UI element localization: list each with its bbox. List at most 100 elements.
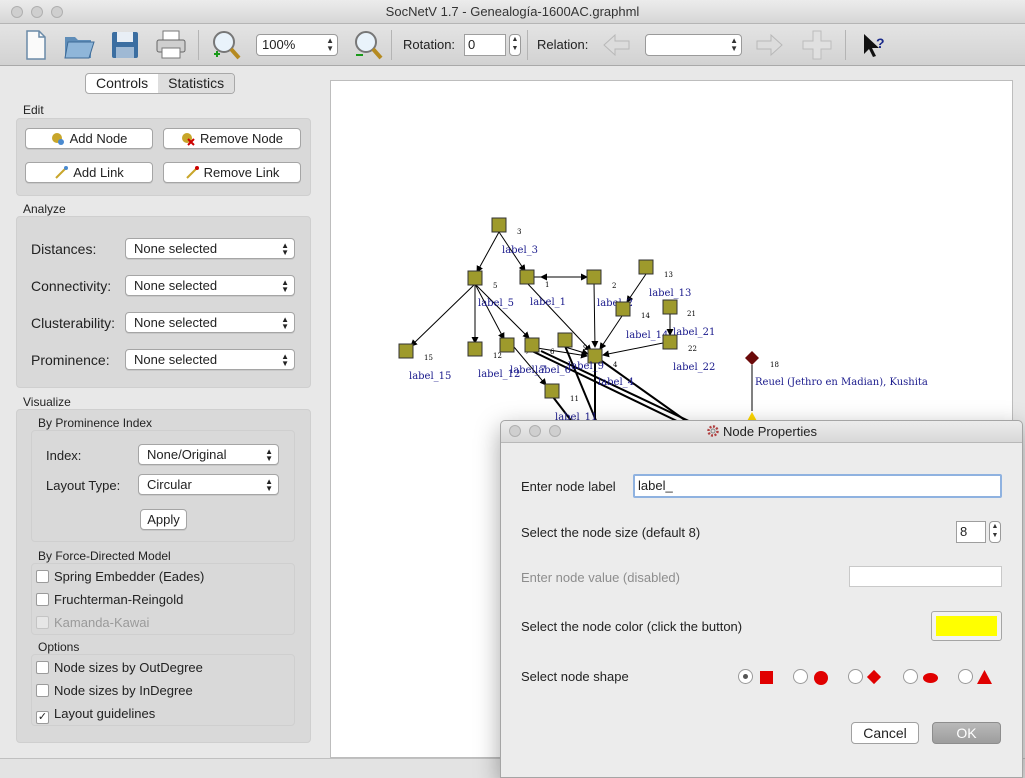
node-label: label_5 [478,298,514,309]
node-size-input[interactable]: 8 [956,521,986,543]
shape-triangle-radio[interactable] [958,669,973,684]
graph-node[interactable] [662,299,678,315]
graph-node[interactable] [615,301,631,317]
connectivity-select[interactable]: None selected ▲ ▼ [125,275,295,296]
dialog-close-button[interactable] [509,425,521,437]
tab-controls[interactable]: Controls [86,74,158,93]
spring-embedder-checkbox[interactable]: Spring Embedder (Eades) [36,569,204,584]
settings-gear-icon [707,425,719,437]
node-label: label_4 [598,377,634,388]
rotation-input[interactable]: 0 [464,34,506,56]
node-sizes-indegree-checkbox[interactable]: Node sizes by InDegree [36,683,193,698]
node-number: 6 [550,348,555,356]
add-node-button[interactable]: Add Node [25,128,153,149]
node-sizes-outdegree-checkbox[interactable]: Node sizes by OutDegree [36,660,203,675]
edge [474,283,530,339]
distances-select[interactable]: None selected ▲ ▼ [125,238,295,259]
shape-ellipse-radio[interactable] [903,669,918,684]
graph-node[interactable] [557,332,573,348]
relation-prev-icon[interactable] [600,28,634,62]
graph-node[interactable] [467,270,483,286]
shape-circle-radio[interactable] [793,669,808,684]
add-link-icon [55,166,69,179]
zoom-select[interactable]: 100% ▲ ▼ [256,34,338,56]
layout-guidelines-checkbox[interactable]: ✓ Layout guidelines [36,706,155,724]
node-number: 14 [641,312,650,320]
layout-type-select[interactable]: Circular ▲ ▼ [138,474,279,495]
add-node-icon [51,133,64,145]
edit-group-title: Edit [23,103,44,117]
graph-node[interactable] [499,337,515,353]
analyze-group-title: Analyze [23,202,66,216]
graph-node[interactable] [745,351,759,365]
prominence-label: Prominence: [31,352,110,368]
node-label: label_13 [649,288,691,299]
control-panel: Controls Statistics Edit Add Node Remove… [10,66,320,756]
node-label: label_6 [535,365,571,376]
print-icon[interactable] [154,28,188,62]
node-label: label_9 [568,361,604,372]
save-disk-icon[interactable] [108,28,142,62]
relation-select[interactable]: ▲ ▼ [645,34,742,56]
node-number: 13 [664,271,673,279]
maximize-window-button[interactable] [51,6,63,18]
shape-diamond-radio[interactable] [848,669,863,684]
clusterability-select[interactable]: None selected ▲ ▼ [125,312,295,333]
distances-label: Distances: [31,241,97,257]
edge [599,315,623,350]
force-directed-group-title: By Force-Directed Model [38,549,171,563]
clusterability-label: Clusterability: [31,315,116,331]
edge [476,231,500,273]
node-number: 21 [687,310,696,318]
ok-button[interactable]: OK [932,722,1001,744]
add-link-button[interactable]: Add Link [25,162,153,183]
remove-node-button[interactable]: Remove Node [163,128,301,149]
graph-node[interactable] [519,269,535,285]
node-number: 22 [688,345,697,353]
window-title: SocNetV 1.7 - Genealogía-1600AC.graphml [385,4,640,19]
node-color-prompt: Select the node color (click the button) [521,619,743,634]
relation-label: Relation: [537,37,589,52]
node-color-button[interactable] [931,611,1002,641]
node-label: label_3 [502,245,538,256]
rotation-label: Rotation: [403,37,456,52]
node-number: 11 [570,395,579,403]
shape-box-radio[interactable] [738,669,753,684]
graph-node[interactable] [524,337,540,353]
tab-statistics[interactable]: Statistics [158,74,235,93]
graph-node[interactable] [586,269,602,285]
close-window-button[interactable] [11,6,23,18]
connectivity-label: Connectivity: [31,278,112,294]
new-file-icon[interactable] [18,28,52,62]
relation-next-icon[interactable] [752,28,786,62]
graph-nodes: 3label_35label_51label_12label_213label_… [398,217,928,423]
circle-shape-icon [814,671,828,685]
add-relation-icon[interactable] [800,28,834,62]
graph-node[interactable] [544,383,560,399]
graph-node[interactable] [467,341,483,357]
apply-button[interactable]: Apply [140,509,187,530]
node-number: 5 [493,282,497,290]
remove-node-icon [181,133,195,146]
node-label: label_15 [409,371,451,382]
zoom-out-icon[interactable] [350,28,384,62]
edge [474,283,505,340]
fruchterman-reingold-checkbox[interactable]: Fruchterman-Reingold [36,592,183,607]
node-number: 3 [517,228,521,236]
graph-node[interactable] [398,343,414,359]
node-label-input[interactable]: label_ [633,474,1002,498]
node-size-stepper[interactable]: ▲ ▼ [989,521,1001,543]
graph-node[interactable] [491,217,507,233]
options-group-title: Options [38,640,80,654]
rotation-stepper[interactable]: ▲ ▼ [509,34,521,56]
whats-this-help-icon[interactable]: ? [856,28,890,62]
open-folder-icon[interactable] [62,28,96,62]
prominence-select[interactable]: None selected ▲ ▼ [125,349,295,370]
remove-link-button[interactable]: Remove Link [163,162,301,183]
graph-node[interactable] [662,334,678,350]
index-select[interactable]: None/Original ▲ ▼ [138,444,279,465]
zoom-in-icon[interactable] [208,28,242,62]
minimize-window-button[interactable] [31,6,43,18]
graph-node[interactable] [638,259,654,275]
cancel-button[interactable]: Cancel [851,722,919,744]
